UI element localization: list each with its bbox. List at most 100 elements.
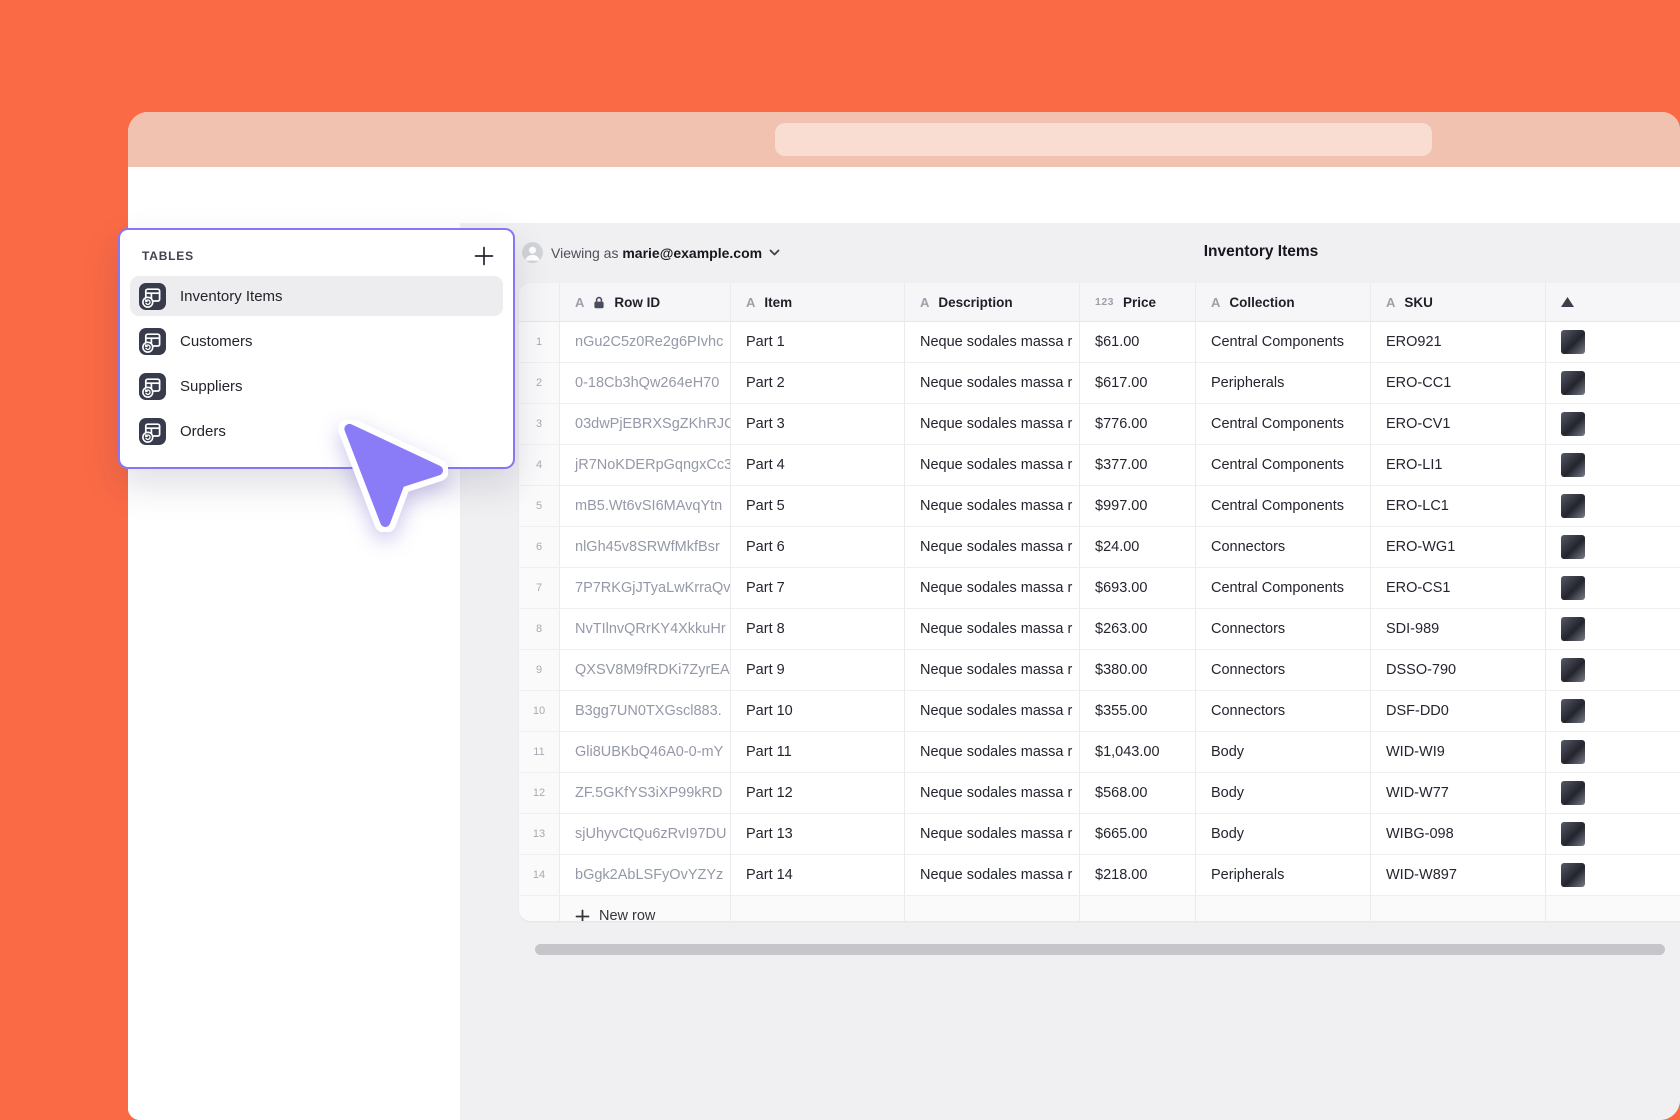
cell-image[interactable] — [1546, 814, 1680, 854]
cell-item[interactable]: Part 14 — [731, 855, 905, 895]
cell-item[interactable]: Part 12 — [731, 773, 905, 813]
cell-description[interactable]: Neque sodales massa r — [905, 855, 1080, 895]
cell-description[interactable]: Neque sodales massa r — [905, 527, 1080, 567]
cell-price[interactable]: $1,043.00 — [1080, 732, 1196, 772]
column-header-sku[interactable]: A SKU — [1371, 283, 1546, 321]
cell-collection[interactable]: Central Components — [1196, 486, 1371, 526]
row-number[interactable]: 1 — [519, 322, 560, 362]
cell-description[interactable]: Neque sodales massa r — [905, 404, 1080, 444]
row-number[interactable]: 6 — [519, 527, 560, 567]
cell-row_id[interactable]: NvTIlnvQRrKY4XkkuHr — [560, 609, 731, 649]
cell-collection[interactable]: Central Components — [1196, 445, 1371, 485]
cell-image[interactable] — [1546, 691, 1680, 731]
cell-price[interactable]: $380.00 — [1080, 650, 1196, 690]
cell-description[interactable]: Neque sodales massa r — [905, 322, 1080, 362]
cell-image[interactable] — [1546, 486, 1680, 526]
sidebar-item-suppliers[interactable]: Suppliers — [130, 366, 503, 406]
column-header-image[interactable] — [1546, 283, 1680, 321]
horizontal-scrollbar[interactable] — [535, 944, 1665, 955]
row-number[interactable]: 4 — [519, 445, 560, 485]
cell-image[interactable] — [1546, 404, 1680, 444]
row-number[interactable]: 13 — [519, 814, 560, 854]
cell-item[interactable]: Part 5 — [731, 486, 905, 526]
row-number[interactable]: 11 — [519, 732, 560, 772]
column-header-price[interactable]: 123 Price — [1080, 283, 1196, 321]
cell-image[interactable] — [1546, 527, 1680, 567]
cell-sku[interactable]: WID-W77 — [1371, 773, 1546, 813]
new-row-button[interactable]: New row — [560, 896, 731, 921]
cell-row_id[interactable]: 03dwPjEBRXSgZKhRJC — [560, 404, 731, 444]
row-number[interactable]: 10 — [519, 691, 560, 731]
cell-row_id[interactable]: Gli8UBKbQ46A0-0-mY — [560, 732, 731, 772]
cell-sku[interactable]: DSF-DD0 — [1371, 691, 1546, 731]
cell-description[interactable]: Neque sodales massa r — [905, 609, 1080, 649]
sidebar-item-customers[interactable]: Customers — [130, 321, 503, 361]
cell-item[interactable]: Part 4 — [731, 445, 905, 485]
cell-image[interactable] — [1546, 609, 1680, 649]
cell-image[interactable] — [1546, 650, 1680, 690]
row-number[interactable]: 5 — [519, 486, 560, 526]
cell-price[interactable]: $776.00 — [1080, 404, 1196, 444]
cell-row_id[interactable]: B3gg7UN0TXGscl883. — [560, 691, 731, 731]
cell-item[interactable]: Part 2 — [731, 363, 905, 403]
cell-item[interactable]: Part 1 — [731, 322, 905, 362]
cell-row_id[interactable]: sjUhyvCtQu6zRvI97DU — [560, 814, 731, 854]
cell-sku[interactable]: WIBG-098 — [1371, 814, 1546, 854]
cell-item[interactable]: Part 8 — [731, 609, 905, 649]
cell-price[interactable]: $693.00 — [1080, 568, 1196, 608]
cell-price[interactable]: $997.00 — [1080, 486, 1196, 526]
cell-row_id[interactable]: bGgk2AbLSFyOvYZYz — [560, 855, 731, 895]
column-header-row_id[interactable]: A Row ID — [560, 283, 731, 321]
viewing-as[interactable]: Viewing as marie@example.com — [551, 245, 780, 261]
cell-description[interactable]: Neque sodales massa r — [905, 814, 1080, 854]
cell-row_id[interactable]: QXSV8M9fRDKi7ZyrEA — [560, 650, 731, 690]
row-number[interactable]: 8 — [519, 609, 560, 649]
cell-price[interactable]: $568.00 — [1080, 773, 1196, 813]
cell-price[interactable]: $61.00 — [1080, 322, 1196, 362]
cell-sku[interactable]: SDI-989 — [1371, 609, 1546, 649]
cell-description[interactable]: Neque sodales massa r — [905, 445, 1080, 485]
cell-description[interactable]: Neque sodales massa r — [905, 650, 1080, 690]
cell-description[interactable]: Neque sodales massa r — [905, 773, 1080, 813]
cell-image[interactable] — [1546, 322, 1680, 362]
add-table-button[interactable] — [473, 245, 495, 267]
cell-description[interactable]: Neque sodales massa r — [905, 732, 1080, 772]
cell-image[interactable] — [1546, 445, 1680, 485]
new-row-inner[interactable]: New row — [575, 908, 655, 921]
cell-description[interactable]: Neque sodales massa r — [905, 568, 1080, 608]
cell-image[interactable] — [1546, 568, 1680, 608]
cell-item[interactable]: Part 3 — [731, 404, 905, 444]
cell-sku[interactable]: WID-WI9 — [1371, 732, 1546, 772]
cell-price[interactable]: $377.00 — [1080, 445, 1196, 485]
cell-row_id[interactable]: 0-18Cb3hQw264eH70 — [560, 363, 731, 403]
row-number[interactable]: 2 — [519, 363, 560, 403]
address-bar[interactable] — [775, 123, 1432, 156]
cell-collection[interactable]: Central Components — [1196, 322, 1371, 362]
cell-sku[interactable]: ERO-CS1 — [1371, 568, 1546, 608]
column-header-description[interactable]: A Description — [905, 283, 1080, 321]
cell-price[interactable]: $263.00 — [1080, 609, 1196, 649]
column-header-collection[interactable]: A Collection — [1196, 283, 1371, 321]
cell-sku[interactable]: ERO-WG1 — [1371, 527, 1546, 567]
cell-image[interactable] — [1546, 732, 1680, 772]
sidebar-item-orders[interactable]: Orders — [130, 411, 503, 451]
cell-row_id[interactable]: ZF.5GKfYS3iXP99kRD — [560, 773, 731, 813]
cell-collection[interactable]: Central Components — [1196, 404, 1371, 444]
cell-item[interactable]: Part 9 — [731, 650, 905, 690]
cell-collection[interactable]: Connectors — [1196, 527, 1371, 567]
cell-row_id[interactable]: mB5.Wt6vSI6MAvqYtn — [560, 486, 731, 526]
cell-sku[interactable]: WID-W897 — [1371, 855, 1546, 895]
cell-description[interactable]: Neque sodales massa r — [905, 486, 1080, 526]
cell-price[interactable]: $665.00 — [1080, 814, 1196, 854]
cell-collection[interactable]: Body — [1196, 732, 1371, 772]
cell-item[interactable]: Part 10 — [731, 691, 905, 731]
cell-sku[interactable]: ERO-LC1 — [1371, 486, 1546, 526]
cell-description[interactable]: Neque sodales massa r — [905, 691, 1080, 731]
cell-collection[interactable]: Peripherals — [1196, 363, 1371, 403]
row-number[interactable]: 12 — [519, 773, 560, 813]
row-number[interactable]: 14 — [519, 855, 560, 895]
row-number[interactable]: 9 — [519, 650, 560, 690]
column-header-item[interactable]: A Item — [731, 283, 905, 321]
cell-collection[interactable]: Peripherals — [1196, 855, 1371, 895]
cell-collection[interactable]: Body — [1196, 773, 1371, 813]
